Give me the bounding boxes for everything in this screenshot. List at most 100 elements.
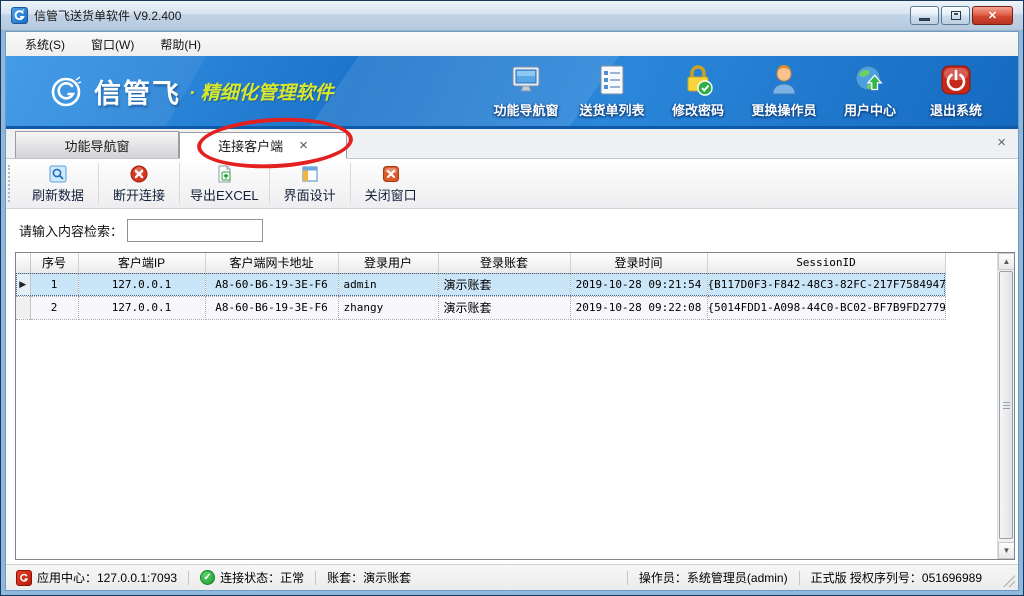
toolbar-separator — [179, 163, 180, 204]
minimize-button[interactable] — [910, 6, 939, 25]
table-row[interactable]: 2 127.0.0.1 A8-60-B6-19-3E-F6 zhangy 演示账… — [16, 296, 945, 319]
cell-user: admin — [338, 273, 438, 296]
globe-icon — [853, 63, 887, 97]
brand-mini-icon — [16, 570, 32, 586]
app-logo-icon — [11, 7, 28, 24]
cell-time: 2019-10-28 09:21:54 — [570, 273, 707, 296]
menu-help[interactable]: 帮助(H) — [147, 33, 214, 56]
col-header-mac[interactable]: 客户端网卡地址 — [205, 253, 338, 273]
table-header-row: 序号 客户端IP 客户端网卡地址 登录用户 登录账套 登录时间 SessionI… — [16, 253, 945, 273]
app-window: 信管飞送货单软件 V9.2.400 ✕ 系统(S) 窗口(W) 帮助(H) 信管… — [0, 0, 1024, 596]
cell-account: 演示账套 — [438, 273, 570, 296]
export-excel-icon — [215, 165, 233, 183]
row-indicator-header — [16, 253, 30, 273]
delivery-list-button[interactable]: 修改密码 送货单列表 — [572, 63, 652, 119]
exit-system-button[interactable]: 退出系统 — [916, 63, 996, 119]
close-button[interactable]: ✕ — [972, 6, 1013, 25]
close-icon: ✕ — [988, 9, 997, 22]
col-header-sessionid[interactable]: SessionID — [707, 253, 945, 273]
export-excel-button[interactable]: 导出EXCEL — [182, 159, 267, 208]
change-password-button[interactable]: 修改密码 — [658, 63, 738, 119]
toolbar-separator — [98, 163, 99, 204]
nav-window-button[interactable]: 功能导航窗 — [486, 63, 566, 119]
search-row: 请输入内容检索： — [6, 209, 1018, 252]
resize-grip[interactable] — [1003, 575, 1015, 587]
vertical-scrollbar[interactable]: ▲ ▼ — [997, 253, 1014, 559]
cell-mac: A8-60-B6-19-3E-F6 — [205, 296, 338, 319]
cell-ip: 127.0.0.1 — [78, 296, 205, 319]
tab-connected-clients[interactable]: 连接客户端 × — [179, 132, 347, 159]
status-account: 账套：演示账套 — [327, 569, 411, 586]
banner-actions: 功能导航窗 修改密码 送货单列表 — [486, 63, 1018, 119]
search-input[interactable] — [127, 219, 263, 242]
col-header-seq[interactable]: 序号 — [30, 253, 78, 273]
user-center-button[interactable]: 用户中心 — [830, 63, 910, 119]
brand-name: 信管飞 — [94, 72, 181, 111]
cell-seq: 2 — [30, 296, 78, 319]
ui-design-icon — [301, 165, 319, 183]
col-header-client-ip[interactable]: 客户端IP — [78, 253, 205, 273]
list-icon — [595, 63, 629, 97]
switch-operator-button[interactable]: 更换操作员 — [744, 63, 824, 119]
cell-account: 演示账套 — [438, 296, 570, 319]
scroll-up-icon[interactable]: ▲ — [998, 253, 1015, 270]
window-title: 信管飞送货单软件 V9.2.400 — [34, 7, 181, 24]
status-connection: ✓ 连接状态：正常 — [200, 569, 304, 586]
status-separator — [799, 571, 800, 585]
scrollbar-thumb[interactable] — [999, 271, 1013, 539]
cell-mac: A8-60-B6-19-3E-F6 — [205, 273, 338, 296]
menu-bar: 系统(S) 窗口(W) 帮助(H) — [6, 32, 1018, 56]
cell-ip: 127.0.0.1 — [78, 273, 205, 296]
status-license: 正式版 授权序列号：051696989 — [811, 569, 982, 586]
lock-icon — [681, 63, 715, 97]
brand-slogan: · 精细化管理软件 — [189, 78, 334, 105]
row-indicator — [16, 296, 30, 319]
cell-time: 2019-10-28 09:22:08 — [570, 296, 707, 319]
status-separator — [627, 571, 628, 585]
refresh-icon — [49, 165, 67, 183]
disconnect-button[interactable]: 断开连接 — [101, 159, 177, 208]
status-bar: 应用中心：127.0.0.1:7093 ✓ 连接状态：正常 账套：演示账套 操作… — [6, 564, 1018, 590]
table-row[interactable]: ▶ 1 127.0.0.1 A8-60-B6-19-3E-F6 admin 演示… — [16, 273, 945, 296]
ui-design-button[interactable]: 界面设计 — [272, 159, 348, 208]
scroll-down-icon[interactable]: ▼ — [998, 542, 1015, 559]
status-app-center: 应用中心：127.0.0.1:7093 — [16, 569, 177, 586]
brand-logo-icon — [50, 74, 84, 108]
check-circle-icon: ✓ — [200, 570, 215, 585]
banner: 信管飞 · 精细化管理软件 功能导航窗 — [6, 56, 1018, 129]
search-label: 请输入内容检索： — [19, 221, 123, 240]
menu-system[interactable]: 系统(S) — [12, 33, 78, 56]
cell-sessionid: {5014FDD1-A098-44C0-BC02-BF7B9FD27795} — [707, 296, 945, 319]
monitor-icon — [509, 63, 543, 97]
tabstrip-close-icon[interactable]: × — [997, 134, 1006, 151]
cell-sessionid: {B117D0F3-F842-48C3-82FC-217F75849477} — [707, 273, 945, 296]
cell-seq: 1 — [30, 273, 78, 296]
minimize-icon — [919, 18, 930, 21]
status-operator: 操作员：系统管理员(admin) — [639, 569, 788, 586]
disconnect-icon — [130, 165, 148, 183]
user-icon — [767, 63, 801, 97]
power-icon — [939, 63, 973, 97]
clients-grid: 序号 客户端IP 客户端网卡地址 登录用户 登录账套 登录时间 SessionI… — [15, 252, 1015, 560]
row-indicator: ▶ — [16, 273, 30, 296]
toolbar: 刷新数据 断开连接 导出EXCEL — [6, 159, 1018, 209]
maximize-button[interactable] — [941, 6, 970, 25]
close-window-button[interactable]: 关闭窗口 — [353, 159, 429, 208]
tab-close-icon[interactable]: × — [299, 138, 308, 153]
refresh-data-button[interactable]: 刷新数据 — [20, 159, 96, 208]
title-bar: 信管飞送货单软件 V9.2.400 ✕ — [1, 1, 1023, 31]
cell-user: zhangy — [338, 296, 438, 319]
tab-strip: 功能导航窗 连接客户端 × × — [6, 129, 1018, 159]
table-area: 序号 客户端IP 客户端网卡地址 登录用户 登录账套 登录时间 SessionI… — [6, 252, 1018, 564]
toolbar-separator — [269, 163, 270, 204]
status-separator — [315, 571, 316, 585]
maximize-icon — [951, 11, 961, 20]
col-header-account[interactable]: 登录账套 — [438, 253, 570, 273]
menu-window[interactable]: 窗口(W) — [78, 33, 147, 56]
close-window-icon — [382, 165, 400, 183]
col-header-login-user[interactable]: 登录用户 — [338, 253, 438, 273]
tab-nav-window[interactable]: 功能导航窗 — [15, 131, 179, 158]
toolbar-grip[interactable] — [8, 165, 18, 202]
col-header-login-time[interactable]: 登录时间 — [570, 253, 707, 273]
toolbar-separator — [350, 163, 351, 204]
